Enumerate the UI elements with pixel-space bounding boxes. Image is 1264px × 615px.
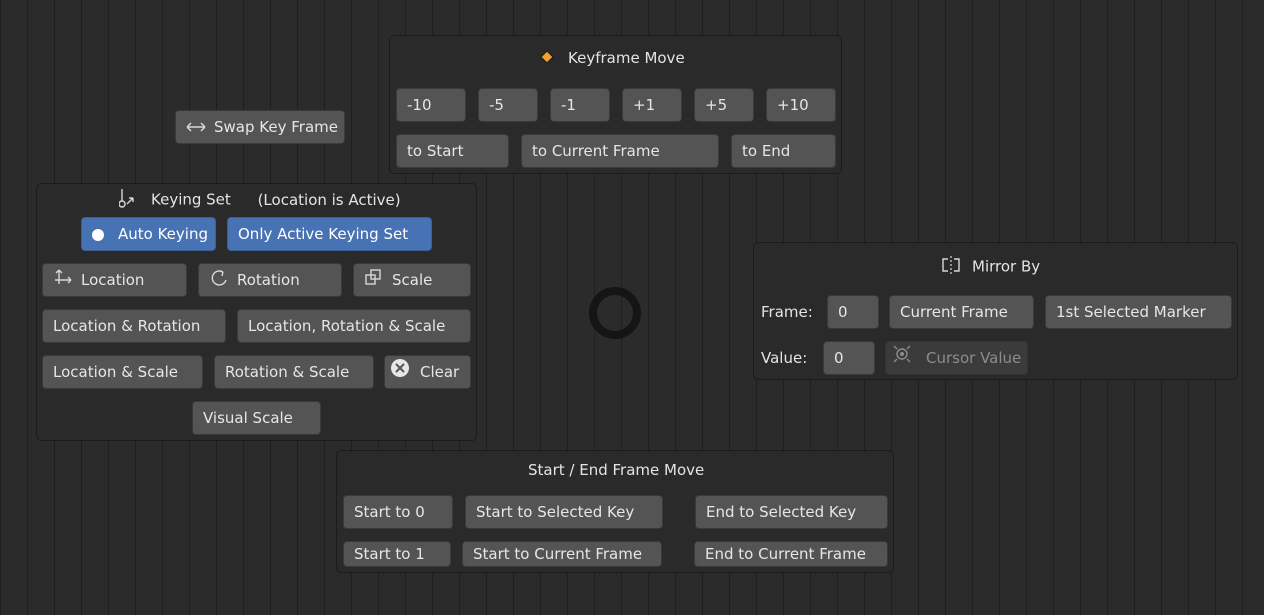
- rotation-scale-button[interactable]: Rotation & Scale: [214, 355, 374, 389]
- mirror-by-header: Mirror By: [940, 255, 1040, 279]
- clear-button[interactable]: Clear: [384, 355, 471, 389]
- keying-set-icon: [118, 188, 141, 212]
- to-current-frame-button[interactable]: to Current Frame: [521, 134, 719, 168]
- mirror-by-panel: Mirror By Frame: 0 Current Frame 1st Sel…: [753, 242, 1238, 380]
- to-start-button[interactable]: to Start: [396, 134, 509, 168]
- scale-icon: [364, 265, 384, 297]
- end-to-current-frame-button[interactable]: End to Current Frame: [694, 541, 888, 567]
- keyframe-move-panel: Keyframe Move -10 -5 -1 +1 +5 +10 to Sta…: [389, 35, 842, 174]
- move-minus-5-button[interactable]: -5: [478, 88, 538, 122]
- rotation-button[interactable]: Rotation: [198, 263, 342, 297]
- move-minus-10-button[interactable]: -10: [396, 88, 466, 122]
- frame-label: Frame:: [761, 303, 813, 321]
- auto-keying-toggle[interactable]: Auto Keying: [81, 217, 216, 251]
- keyframe-move-header: Keyframe Move: [540, 49, 685, 68]
- cursor-target-icon: [892, 343, 912, 375]
- clear-x-icon: [390, 357, 410, 389]
- to-end-button[interactable]: to End: [731, 134, 836, 168]
- start-to-selected-key-button[interactable]: Start to Selected Key: [465, 495, 663, 529]
- visual-scale-button[interactable]: Visual Scale: [192, 401, 321, 435]
- start-to-1-button[interactable]: Start to 1: [343, 541, 451, 567]
- keying-set-status: (Location is Active): [257, 190, 401, 209]
- mirror-by-title: Mirror By: [972, 257, 1041, 276]
- start-end-frame-move-panel: Start / End Frame Move Start to 0 Start …: [336, 450, 894, 573]
- location-scale-button[interactable]: Location & Scale: [42, 355, 203, 389]
- move-plus-1-button[interactable]: +1: [622, 88, 682, 122]
- location-rotation-button[interactable]: Location & Rotation: [42, 309, 226, 343]
- mirror-current-frame-button[interactable]: Current Frame: [889, 295, 1034, 329]
- mirror-icon: [940, 255, 962, 279]
- move-minus-1-button[interactable]: -1: [550, 88, 610, 122]
- swap-arrows-icon: [186, 112, 206, 144]
- first-selected-marker-button[interactable]: 1st Selected Marker: [1045, 295, 1232, 329]
- keyframe-diamond-icon: [540, 49, 554, 68]
- move-arrows-icon: [53, 265, 73, 297]
- cursor-value-label: Cursor Value: [926, 349, 1022, 367]
- start-to-current-frame-button[interactable]: Start to Current Frame: [462, 541, 662, 567]
- frame-field[interactable]: 0: [827, 295, 879, 329]
- loading-ring-icon: [589, 287, 641, 339]
- move-plus-10-button[interactable]: +10: [766, 88, 836, 122]
- move-plus-5-button[interactable]: +5: [694, 88, 754, 122]
- clear-label: Clear: [420, 363, 460, 381]
- keying-set-panel: Keying Set (Location is Active) Auto Key…: [36, 183, 477, 441]
- location-button[interactable]: Location: [42, 263, 187, 297]
- auto-keying-label: Auto Keying: [118, 225, 208, 243]
- record-dot-icon: [92, 228, 104, 241]
- scale-label: Scale: [392, 271, 433, 289]
- cursor-value-button[interactable]: Cursor Value: [885, 341, 1028, 375]
- rotate-icon: [209, 265, 229, 297]
- location-rotation-scale-button[interactable]: Location, Rotation & Scale: [237, 309, 471, 343]
- rotation-label: Rotation: [237, 271, 300, 289]
- keyframe-move-title: Keyframe Move: [568, 49, 685, 67]
- location-label: Location: [81, 271, 145, 289]
- swap-key-frame-button[interactable]: Swap Key Frame: [175, 110, 345, 144]
- keying-set-header: Keying Set (Location is Active): [118, 188, 401, 212]
- swap-key-frame-label: Swap Key Frame: [214, 118, 338, 136]
- keying-set-title: Keying Set: [151, 190, 231, 209]
- start-end-title: Start / End Frame Move: [528, 461, 705, 479]
- value-label: Value:: [761, 349, 808, 367]
- only-active-keying-set-toggle[interactable]: Only Active Keying Set: [227, 217, 432, 251]
- scale-button[interactable]: Scale: [353, 263, 471, 297]
- value-field[interactable]: 0: [823, 341, 875, 375]
- end-to-selected-key-button[interactable]: End to Selected Key: [695, 495, 888, 529]
- start-to-0-button[interactable]: Start to 0: [343, 495, 453, 529]
